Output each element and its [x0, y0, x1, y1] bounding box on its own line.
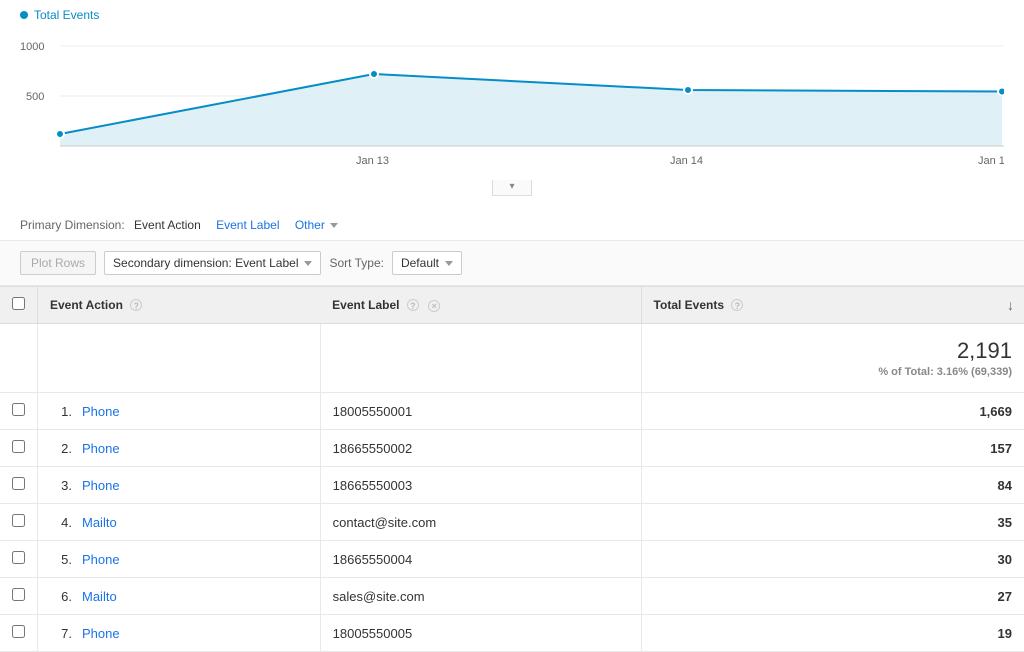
summary-total: 2,191	[654, 338, 1012, 364]
chart-expand-button[interactable]: ▾	[492, 180, 532, 196]
row-label-cell: contact@site.com	[320, 504, 641, 541]
row-events-cell: 19	[641, 615, 1024, 652]
row-checkbox[interactable]	[12, 440, 25, 453]
row-action-cell: 4. Mailto	[38, 504, 321, 541]
row-events-cell: 27	[641, 578, 1024, 615]
table-row: 5. Phone 1866555000430	[0, 541, 1024, 578]
dimension-row: Primary Dimension: Event Action Event La…	[0, 206, 1024, 241]
table-row: 2. Phone 18665550002157	[0, 430, 1024, 467]
row-label-cell: 18665550003	[320, 467, 641, 504]
remove-column-icon[interactable]: ×	[428, 300, 440, 312]
y-tick-500: 500	[26, 91, 44, 103]
row-checkbox-cell	[0, 541, 38, 578]
help-icon[interactable]: ?	[130, 299, 142, 311]
row-checkbox[interactable]	[12, 403, 25, 416]
row-checkbox-cell	[0, 393, 38, 430]
table-row: 7. Phone 1800555000519	[0, 615, 1024, 652]
row-number: 5.	[50, 552, 72, 567]
sort-arrow-down-icon: ↓	[1007, 297, 1014, 313]
row-checkbox-cell	[0, 504, 38, 541]
x-tick-jan13: Jan 13	[356, 155, 389, 167]
row-checkbox[interactable]	[12, 625, 25, 638]
sort-type-label: Sort Type:	[329, 256, 383, 270]
line-chart: 1000 500 Jan 13 Jan 14 Jan 15	[20, 26, 1004, 176]
row-events-cell: 84	[641, 467, 1024, 504]
row-checkbox-cell	[0, 467, 38, 504]
table-row: 3. Phone 1866555000384	[0, 467, 1024, 504]
row-label-cell: sales@site.com	[320, 578, 641, 615]
help-icon[interactable]: ?	[407, 299, 419, 311]
row-number: 1.	[50, 404, 72, 419]
row-checkbox-cell	[0, 430, 38, 467]
select-all-checkbox[interactable]	[12, 297, 25, 310]
row-label-cell: 18005550005	[320, 615, 641, 652]
dimension-other-link[interactable]: Other	[295, 218, 338, 232]
caret-down-icon	[304, 261, 312, 266]
chart-container: 1000 500 Jan 13 Jan 14 Jan 15 ▾	[0, 26, 1024, 206]
x-tick-jan15: Jan 15	[978, 155, 1004, 167]
dimension-event-label-link[interactable]: Event Label	[216, 218, 279, 232]
row-events-cell: 30	[641, 541, 1024, 578]
legend-label: Total Events	[34, 8, 99, 22]
help-icon[interactable]: ?	[731, 299, 743, 311]
table-row: 4. Mailto contact@site.com35	[0, 504, 1024, 541]
row-events-cell: 1,669	[641, 393, 1024, 430]
row-number: 3.	[50, 478, 72, 493]
header-total-events[interactable]: Total Events ? ↓	[641, 287, 1024, 324]
row-events-cell: 157	[641, 430, 1024, 467]
sort-type-select[interactable]: Default	[392, 251, 462, 275]
summary-subtext: % of Total: 3.16% (69,339)	[654, 366, 1012, 378]
sort-type-value: Default	[401, 256, 439, 270]
primary-dimension-label: Primary Dimension:	[20, 218, 125, 232]
row-action-cell: 7. Phone	[38, 615, 321, 652]
row-action-cell: 1. Phone	[38, 393, 321, 430]
row-number: 7.	[50, 626, 72, 641]
row-number: 6.	[50, 589, 72, 604]
secondary-dimension-select[interactable]: Secondary dimension: Event Label	[104, 251, 321, 275]
chart-legend: Total Events	[0, 0, 1024, 26]
legend-dot-icon	[20, 11, 28, 19]
table-row: 1. Phone 180055500011,669	[0, 393, 1024, 430]
row-action-link[interactable]: Phone	[82, 404, 120, 419]
summary-row: 2,191 % of Total: 3.16% (69,339)	[0, 324, 1024, 393]
primary-dimension-value: Event Action	[134, 218, 201, 232]
row-events-cell: 35	[641, 504, 1024, 541]
row-action-cell: 3. Phone	[38, 467, 321, 504]
row-checkbox[interactable]	[12, 477, 25, 490]
row-checkbox-cell	[0, 615, 38, 652]
y-tick-1000: 1000	[20, 41, 44, 53]
row-checkbox-cell	[0, 578, 38, 615]
row-action-link[interactable]: Phone	[82, 626, 120, 641]
row-action-link[interactable]: Phone	[82, 478, 120, 493]
header-event-label[interactable]: Event Label ? ×	[320, 287, 641, 324]
header-event-action[interactable]: Event Action ?	[38, 287, 321, 324]
row-action-cell: 6. Mailto	[38, 578, 321, 615]
row-number: 4.	[50, 515, 72, 530]
row-label-cell: 18665550004	[320, 541, 641, 578]
caret-down-icon	[330, 223, 338, 228]
row-checkbox[interactable]	[12, 588, 25, 601]
row-action-link[interactable]: Phone	[82, 441, 120, 456]
controls-row: Plot Rows Secondary dimension: Event Lab…	[0, 241, 1024, 286]
caret-down-icon	[445, 261, 453, 266]
row-action-cell: 2. Phone	[38, 430, 321, 467]
chart-expander: ▾	[20, 177, 1004, 196]
row-label-cell: 18665550002	[320, 430, 641, 467]
plot-rows-button[interactable]: Plot Rows	[20, 251, 96, 275]
row-action-link[interactable]: Mailto	[82, 515, 117, 530]
row-label-cell: 18005550001	[320, 393, 641, 430]
row-checkbox[interactable]	[12, 551, 25, 564]
row-number: 2.	[50, 441, 72, 456]
row-action-cell: 5. Phone	[38, 541, 321, 578]
row-action-link[interactable]: Mailto	[82, 589, 117, 604]
events-table: Event Action ? Event Label ? × Total Eve…	[0, 286, 1024, 652]
x-tick-jan14: Jan 14	[670, 155, 703, 167]
table-row: 6. Mailto sales@site.com27	[0, 578, 1024, 615]
secondary-dimension-label: Secondary dimension: Event Label	[113, 256, 298, 270]
row-action-link[interactable]: Phone	[82, 552, 120, 567]
row-checkbox[interactable]	[12, 514, 25, 527]
header-checkbox-cell	[0, 287, 38, 324]
